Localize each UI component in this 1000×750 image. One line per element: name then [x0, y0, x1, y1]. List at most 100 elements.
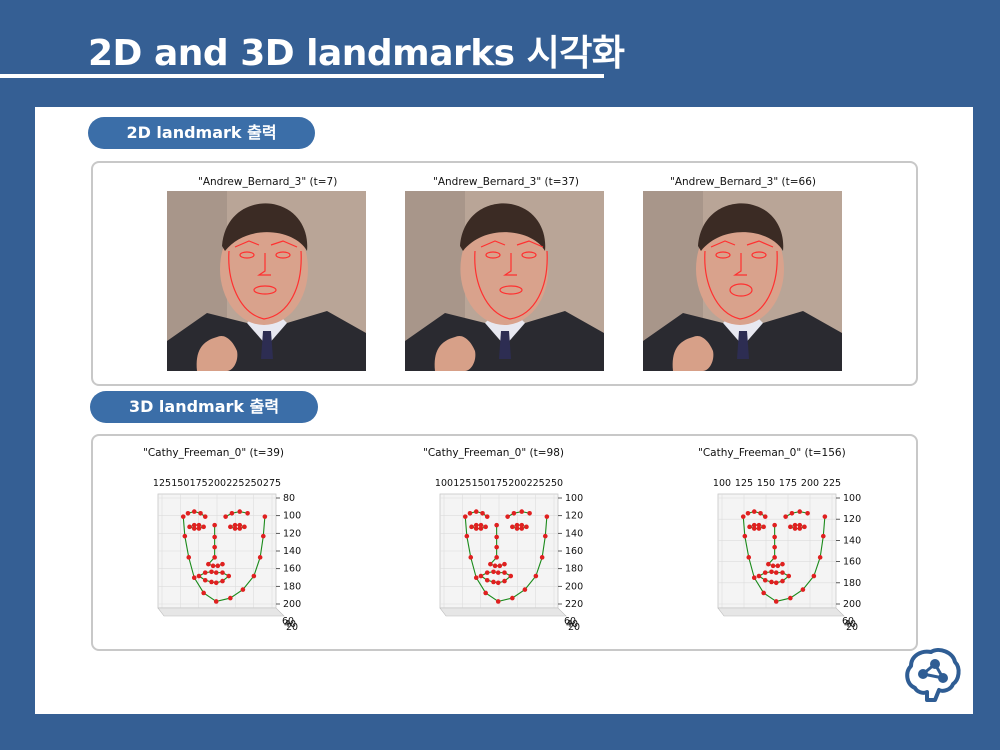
- landmark-point: [762, 514, 768, 519]
- landmark-point: [213, 570, 219, 575]
- landmark-point: [491, 579, 496, 585]
- y-tick-label: 120: [843, 514, 861, 525]
- landmark-point: [766, 561, 771, 567]
- landmark-point: [491, 569, 496, 575]
- landmark-point: [251, 573, 257, 579]
- x-tick-label: 250: [545, 478, 563, 489]
- y-tick-label: 120: [283, 528, 301, 539]
- landmark-point: [772, 522, 777, 528]
- landmark-point: [191, 509, 197, 514]
- frame-caption-2: "Andrew_Bernard_3" (t=37): [433, 176, 579, 188]
- landmark-point: [245, 510, 250, 516]
- landmark-point: [220, 578, 225, 584]
- section-label-2d: 2D landmark 출력: [88, 117, 315, 149]
- landmark-point: [508, 573, 514, 579]
- y-tick-label: 100: [843, 493, 861, 504]
- landmark-point: [495, 580, 501, 586]
- x-tick-label: 225: [823, 478, 841, 489]
- landmark-point: [802, 524, 807, 530]
- slide-title: 2D and 3D landmarks 시각화: [88, 33, 625, 74]
- landmark-point: [196, 573, 202, 579]
- landmark-point: [228, 524, 233, 530]
- landmark-point: [497, 563, 503, 569]
- landmark-point: [780, 570, 785, 575]
- y-tick-label: 180: [283, 581, 301, 592]
- landmark-point: [751, 526, 757, 531]
- landmark-point: [786, 573, 792, 579]
- plot-floor: [717, 607, 845, 617]
- landmark-point: [511, 510, 517, 516]
- y-tick-label: 180: [843, 578, 861, 589]
- landmark-point: [772, 534, 777, 540]
- landmark-point: [510, 524, 515, 530]
- landmark-point: [182, 533, 188, 539]
- landmark-point: [780, 561, 785, 567]
- section-label-3d: 3D landmark 출력: [90, 391, 318, 423]
- landmark-point: [773, 570, 779, 575]
- landmark-point: [483, 524, 488, 530]
- landmark-point: [464, 533, 470, 539]
- landmark-point: [514, 526, 520, 531]
- landmark-point: [797, 526, 803, 531]
- y-tick-label: 140: [283, 546, 301, 557]
- x-tick-label: 150: [757, 478, 775, 489]
- z-tick-label: 20: [286, 622, 298, 633]
- y-tick-label: 220: [565, 599, 583, 610]
- x-tick-label: 200: [508, 478, 526, 489]
- frame-caption-1: "Andrew_Bernard_3" (t=7): [198, 176, 338, 188]
- y-tick-label: 140: [565, 528, 583, 539]
- x-tick-label: 225: [527, 478, 545, 489]
- plot-caption-2: "Cathy_Freeman_0" (t=98): [423, 447, 564, 459]
- landmark-point: [527, 510, 532, 516]
- landmark-point: [212, 555, 217, 560]
- landmark-point: [494, 555, 499, 560]
- tie: [261, 331, 273, 359]
- landmark-point: [187, 524, 192, 530]
- landmark-point: [740, 514, 746, 519]
- landmark-point: [494, 534, 499, 540]
- y-tick-label: 120: [565, 511, 583, 522]
- landmark-point: [494, 544, 499, 550]
- landmark-point: [761, 590, 766, 596]
- landmark-point: [260, 533, 266, 539]
- landmark-point: [758, 510, 763, 516]
- landmark-point: [762, 570, 768, 575]
- landmark-point: [242, 524, 247, 530]
- y-tick-label: 160: [283, 564, 301, 575]
- landmark-point: [228, 595, 233, 601]
- landmark-point: [783, 514, 788, 519]
- landmark-point: [212, 534, 217, 540]
- landmark-point: [462, 514, 468, 519]
- landmark-point: [756, 573, 762, 579]
- face-frame-3: [643, 191, 842, 371]
- landmark-plot-3d-2: 100 125 150 175 200 225 250 100 120 140 160 180 200 2…: [422, 472, 602, 648]
- landmark-point: [773, 580, 779, 586]
- landmark-point: [542, 533, 548, 539]
- landmark-point: [751, 509, 757, 514]
- landmark-point: [751, 575, 757, 581]
- y-tick-label: 160: [843, 557, 861, 568]
- y-tick-label: 200: [283, 599, 301, 610]
- landmark-point: [202, 514, 208, 519]
- plot-caption-1: "Cathy_Freeman_0" (t=39): [143, 447, 284, 459]
- landmark-point: [746, 555, 752, 560]
- y-tick-label: 80: [283, 493, 295, 504]
- landmark-point: [191, 526, 197, 531]
- x-tick-label: 150: [472, 478, 490, 489]
- landmark-point: [198, 510, 203, 516]
- landmark-point: [756, 526, 762, 531]
- landmark-point: [484, 577, 490, 583]
- landmark-point: [196, 526, 202, 531]
- landmark-point: [237, 509, 243, 514]
- landmark-point: [206, 561, 211, 567]
- plot-floor: [157, 607, 285, 617]
- x-tick-label: 225: [226, 478, 244, 489]
- landmark-point: [544, 514, 550, 519]
- landmark-point: [502, 578, 507, 584]
- landmark-point: [524, 524, 529, 530]
- landmark-point: [773, 599, 779, 604]
- landmark-point: [213, 599, 219, 604]
- landmark-point: [539, 555, 545, 560]
- landmark-point: [533, 573, 539, 579]
- landmark-point: [788, 595, 793, 601]
